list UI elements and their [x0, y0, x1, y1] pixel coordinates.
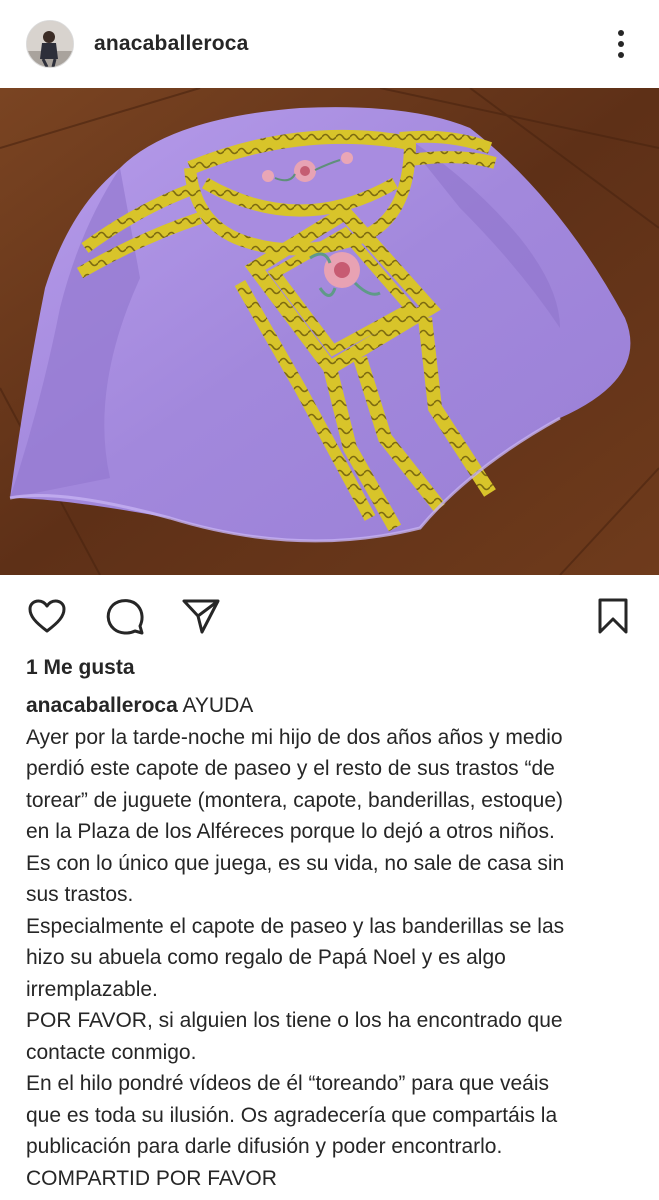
post-username[interactable]: anacaballeroca	[94, 32, 249, 56]
caption-line: en la Plaza de los Alféreces porque lo d…	[26, 820, 555, 843]
caption-line: Especialmente el capote de paseo y las b…	[26, 914, 565, 938]
more-options-button[interactable]	[606, 26, 636, 62]
caption-first-line: anacaballeroca AYUDA	[26, 690, 641, 722]
capote-photo	[0, 88, 659, 575]
caption-line: POR FAVOR, si alguien los tiene o los ha…	[26, 1009, 563, 1032]
caption-line: Es con lo único que juega, es su vida, n…	[26, 851, 565, 875]
post-image[interactable]	[0, 88, 659, 575]
caption-line: sus trastos.	[26, 883, 134, 906]
more-vertical-icon	[618, 30, 624, 58]
like-button[interactable]	[24, 593, 70, 639]
share-button[interactable]	[178, 593, 224, 639]
send-icon	[182, 599, 220, 634]
comment-icon	[106, 599, 144, 635]
caption-line: COMPARTID POR FAVOR	[26, 1166, 277, 1190]
caption-line: irremplazable.	[26, 977, 158, 1001]
action-bar	[0, 585, 659, 645]
avatar-image	[27, 21, 73, 67]
caption-username[interactable]: anacaballeroca	[26, 694, 178, 717]
save-button[interactable]	[590, 593, 636, 639]
caption-line: contacte conmigo.	[26, 1040, 197, 1064]
avatar[interactable]	[26, 20, 74, 68]
caption-text: AYUDA	[182, 694, 254, 717]
caption-line: En el hilo pondré vídeos de él “toreando…	[26, 1072, 550, 1095]
post-header: anacaballeroca	[0, 0, 659, 90]
caption-line: publicación para darle difusión y poder …	[26, 1135, 503, 1158]
caption-line: torear” de juguete (montera, capote, ban…	[26, 788, 563, 812]
comment-button[interactable]	[102, 593, 148, 639]
caption-line: perdió este capote de paseo y el resto d…	[26, 757, 555, 780]
heart-icon	[28, 599, 66, 633]
caption-line: que es toda su ilusión. Os agradecería q…	[26, 1103, 558, 1127]
caption-line: hizo su abuela como regalo de Papá Noel …	[26, 946, 506, 969]
post-caption: anacaballeroca AYUDA Ayer por la tarde-n…	[26, 690, 641, 1194]
likes-count[interactable]: 1 Me gusta	[26, 656, 135, 680]
bookmark-icon	[598, 598, 628, 634]
caption-line: Ayer por la tarde-noche mi hijo de dos a…	[26, 725, 563, 749]
